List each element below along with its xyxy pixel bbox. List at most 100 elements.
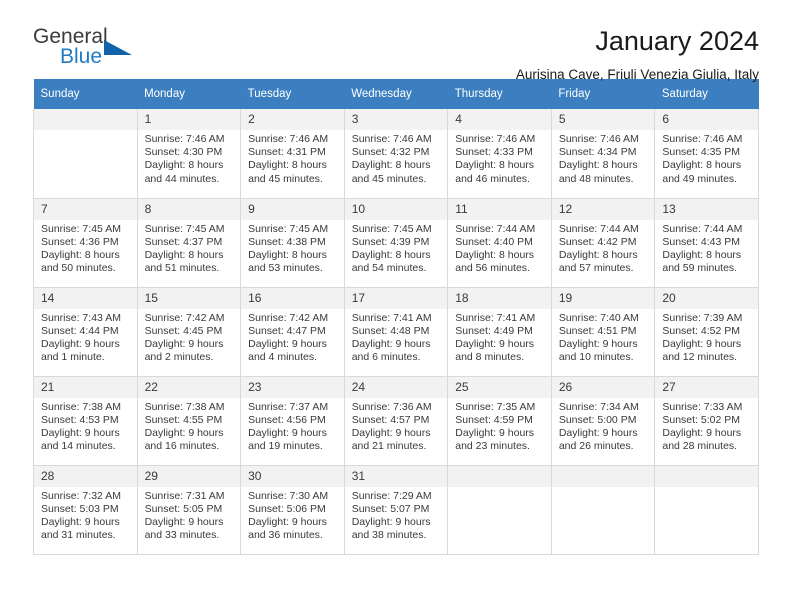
calendar-day-cell[interactable]: 27 Sunrise: 7:33 AM Sunset: 5:02 PM Dayligh… (654, 376, 759, 466)
calendar-day-cell[interactable]: 5 Sunrise: 7:46 AM Sunset: 4:34 PM Daylight… (550, 109, 656, 199)
day-daylight2-text: and 45 minutes. (351, 172, 427, 185)
day-daylight2-text: and 48 minutes. (558, 172, 634, 185)
calendar-day-cell[interactable]: 18 Sunrise: 7:41 AM Sunset: 4:49 PM Dayligh… (447, 287, 552, 377)
day-number: 30 (241, 465, 344, 487)
calendar-day-cell[interactable]: 10 Sunrise: 7:45 AM Sunset: 4:39 PM Dayligh… (343, 198, 449, 288)
calendar-day-cell[interactable]: 21 Sunrise: 7:38 AM Sunset: 4:53 PM Dayligh… (33, 376, 138, 466)
calendar-day-cell[interactable]: 6 Sunrise: 7:46 AM Sunset: 4:35 PM Daylight… (654, 109, 759, 199)
day-number: 14 (34, 287, 137, 309)
cell-inner: 12 Sunrise: 7:44 AM Sunset: 4:42 PM Dayligh… (551, 198, 655, 287)
day-number: 22 (137, 376, 241, 398)
day-daylight2-text: and 33 minutes. (144, 529, 220, 542)
generalblue-logo[interactable]: General Blue (33, 26, 143, 78)
day-sunset-text: Sunset: 5:00 PM (558, 413, 637, 426)
cell-inner: 15 Sunrise: 7:42 AM Sunset: 4:45 PM Dayligh… (137, 287, 241, 376)
day-daylight2-text: and 1 minute. (41, 351, 105, 364)
calendar-day-cell[interactable]: 9 Sunrise: 7:45 AM Sunset: 4:38 PM Daylight… (240, 198, 345, 288)
cell-inner: 28 Sunrise: 7:32 AM Sunset: 5:03 PM Dayligh… (34, 465, 137, 554)
day-daylight2-text: and 19 minutes. (248, 440, 323, 453)
day-number: 25 (448, 376, 551, 398)
day-number: 23 (241, 376, 344, 398)
cell-inner (655, 465, 758, 554)
calendar-day-cell[interactable]: 28 Sunrise: 7:32 AM Sunset: 5:03 PM Dayligh… (33, 465, 138, 555)
day-daylight2-text: and 57 minutes. (558, 262, 634, 275)
calendar-day-cell[interactable]: 2 Sunrise: 7:46 AM Sunset: 4:31 PM Daylight… (240, 109, 345, 199)
calendar-day-cell[interactable]: 8 Sunrise: 7:45 AM Sunset: 4:37 PM Daylight… (136, 198, 242, 288)
day-daylight2-text: and 53 minutes. (248, 262, 323, 275)
day-number: 12 (551, 198, 655, 220)
calendar-day-cell[interactable]: 11 Sunrise: 7:44 AM Sunset: 4:40 PM Dayligh… (447, 198, 552, 288)
day-sunset-text: Sunset: 4:57 PM (351, 413, 430, 426)
page-title: January 2024 (595, 26, 759, 56)
cell-inner: 23 Sunrise: 7:37 AM Sunset: 4:56 PM Dayligh… (241, 376, 344, 465)
day-number: 21 (34, 376, 137, 398)
day-number (34, 109, 137, 130)
calendar-day-cell[interactable]: 7 Sunrise: 7:45 AM Sunset: 4:36 PM Daylight… (33, 198, 138, 288)
calendar-day-cell[interactable]: 4 Sunrise: 7:46 AM Sunset: 4:33 PM Daylight… (447, 109, 552, 199)
day-details: Sunrise: 7:42 AM Sunset: 4:45 PM Daylight:… (138, 309, 241, 365)
calendar-day-cell[interactable]: 23 Sunrise: 7:37 AM Sunset: 4:56 PM Dayligh… (240, 376, 345, 466)
day-sunrise-text: Sunrise: 7:30 AM (248, 489, 329, 502)
calendar-day-cell[interactable]: 29 Sunrise: 7:31 AM Sunset: 5:05 PM Dayligh… (136, 465, 242, 555)
day-details: Sunrise: 7:37 AM Sunset: 4:56 PM Daylight:… (241, 398, 344, 454)
cell-inner: 22 Sunrise: 7:38 AM Sunset: 4:55 PM Dayligh… (137, 376, 241, 465)
calendar-day-cell[interactable]: 16 Sunrise: 7:42 AM Sunset: 4:47 PM Dayligh… (240, 287, 345, 377)
day-number (655, 465, 758, 487)
calendar-week-row: 21 Sunrise: 7:38 AM Sunset: 4:53 PM Dayligh… (33, 376, 759, 466)
day-number: 18 (448, 287, 551, 309)
day-number (448, 465, 551, 487)
calendar-day-cell[interactable]: 3 Sunrise: 7:46 AM Sunset: 4:32 PM Daylight… (343, 109, 449, 199)
day-sunset-text: Sunset: 4:45 PM (144, 324, 223, 337)
day-sunrise-text: Sunrise: 7:45 AM (248, 222, 329, 235)
day-daylight1-text: Daylight: 8 hours (455, 159, 535, 172)
day-sunrise-text: Sunrise: 7:35 AM (455, 400, 536, 413)
cell-inner: 27 Sunrise: 7:33 AM Sunset: 5:02 PM Dayligh… (655, 376, 758, 465)
day-details: Sunrise: 7:46 AM Sunset: 4:34 PM Daylight:… (552, 130, 655, 186)
calendar-day-cell[interactable]: 13 Sunrise: 7:44 AM Sunset: 4:43 PM Dayligh… (654, 198, 759, 288)
calendar-day-cell[interactable]: 25 Sunrise: 7:35 AM Sunset: 4:59 PM Dayligh… (447, 376, 552, 466)
day-number: 19 (551, 287, 655, 309)
day-daylight1-text: Daylight: 8 hours (248, 248, 327, 261)
day-sunset-text: Sunset: 4:44 PM (41, 324, 119, 337)
day-daylight2-text: and 28 minutes. (662, 440, 738, 453)
calendar-day-cell[interactable]: 15 Sunrise: 7:42 AM Sunset: 4:45 PM Dayligh… (136, 287, 242, 377)
cell-inner: 5 Sunrise: 7:46 AM Sunset: 4:34 PM Daylight… (551, 109, 655, 198)
day-number: 15 (137, 287, 241, 309)
calendar-day-cell[interactable]: 17 Sunrise: 7:41 AM Sunset: 4:48 PM Dayligh… (343, 287, 449, 377)
calendar-cell-empty (33, 109, 138, 199)
day-daylight2-text: and 45 minutes. (248, 172, 323, 185)
day-sunset-text: Sunset: 4:48 PM (351, 324, 430, 337)
day-daylight2-text: and 10 minutes. (558, 351, 634, 364)
calendar-day-cell[interactable]: 24 Sunrise: 7:36 AM Sunset: 4:57 PM Dayligh… (343, 376, 449, 466)
day-details: Sunrise: 7:29 AM Sunset: 5:07 PM Daylight:… (345, 487, 448, 543)
day-details: Sunrise: 7:44 AM Sunset: 4:40 PM Daylight:… (448, 220, 551, 276)
cell-inner: 30 Sunrise: 7:30 AM Sunset: 5:06 PM Dayligh… (241, 465, 344, 554)
calendar-day-cell[interactable]: 14 Sunrise: 7:43 AM Sunset: 4:44 PM Dayligh… (33, 287, 138, 377)
day-sunset-text: Sunset: 4:30 PM (144, 146, 223, 159)
day-number: 29 (137, 465, 241, 487)
calendar-day-cell[interactable]: 1 Sunrise: 7:46 AM Sunset: 4:30 PM Daylight… (136, 109, 242, 199)
calendar-day-cell[interactable]: 26 Sunrise: 7:34 AM Sunset: 5:00 PM Dayligh… (550, 376, 656, 466)
day-number: 10 (344, 198, 448, 220)
calendar-day-cell[interactable]: 19 Sunrise: 7:40 AM Sunset: 4:51 PM Dayligh… (550, 287, 656, 377)
calendar-day-cell[interactable]: 20 Sunrise: 7:39 AM Sunset: 4:52 PM Dayligh… (654, 287, 759, 377)
cell-inner: 29 Sunrise: 7:31 AM Sunset: 5:05 PM Dayligh… (137, 465, 241, 554)
day-sunset-text: Sunset: 4:42 PM (558, 235, 637, 248)
day-details: Sunrise: 7:46 AM Sunset: 4:31 PM Daylight:… (241, 130, 344, 186)
calendar-week-row: 1 Sunrise: 7:46 AM Sunset: 4:30 PM Daylight… (33, 109, 759, 199)
day-sunrise-text: Sunrise: 7:44 AM (455, 222, 536, 235)
calendar-day-cell[interactable]: 31 Sunrise: 7:29 AM Sunset: 5:07 PM Dayligh… (343, 465, 449, 555)
cell-inner: 7 Sunrise: 7:45 AM Sunset: 4:36 PM Daylight… (34, 198, 137, 287)
calendar-day-cell[interactable]: 30 Sunrise: 7:30 AM Sunset: 5:06 PM Dayligh… (240, 465, 345, 555)
day-number: 24 (344, 376, 448, 398)
day-sunset-text: Sunset: 5:07 PM (351, 502, 430, 515)
calendar-day-cell[interactable]: 22 Sunrise: 7:38 AM Sunset: 4:55 PM Dayligh… (136, 376, 242, 466)
day-daylight2-text: and 6 minutes. (351, 351, 421, 364)
day-details: Sunrise: 7:45 AM Sunset: 4:36 PM Daylight:… (34, 220, 137, 276)
day-daylight1-text: Daylight: 9 hours (662, 337, 742, 350)
calendar-page: General Blue January 2024 Aurisina Cave,… (0, 0, 792, 612)
calendar-day-cell[interactable]: 12 Sunrise: 7:44 AM Sunset: 4:42 PM Dayligh… (550, 198, 656, 288)
day-sunset-text: Sunset: 4:31 PM (248, 146, 326, 159)
day-sunrise-text: Sunrise: 7:45 AM (144, 222, 225, 235)
location-subtitle: Aurisina Cave, Friuli Venezia Giulia, It… (515, 67, 759, 82)
